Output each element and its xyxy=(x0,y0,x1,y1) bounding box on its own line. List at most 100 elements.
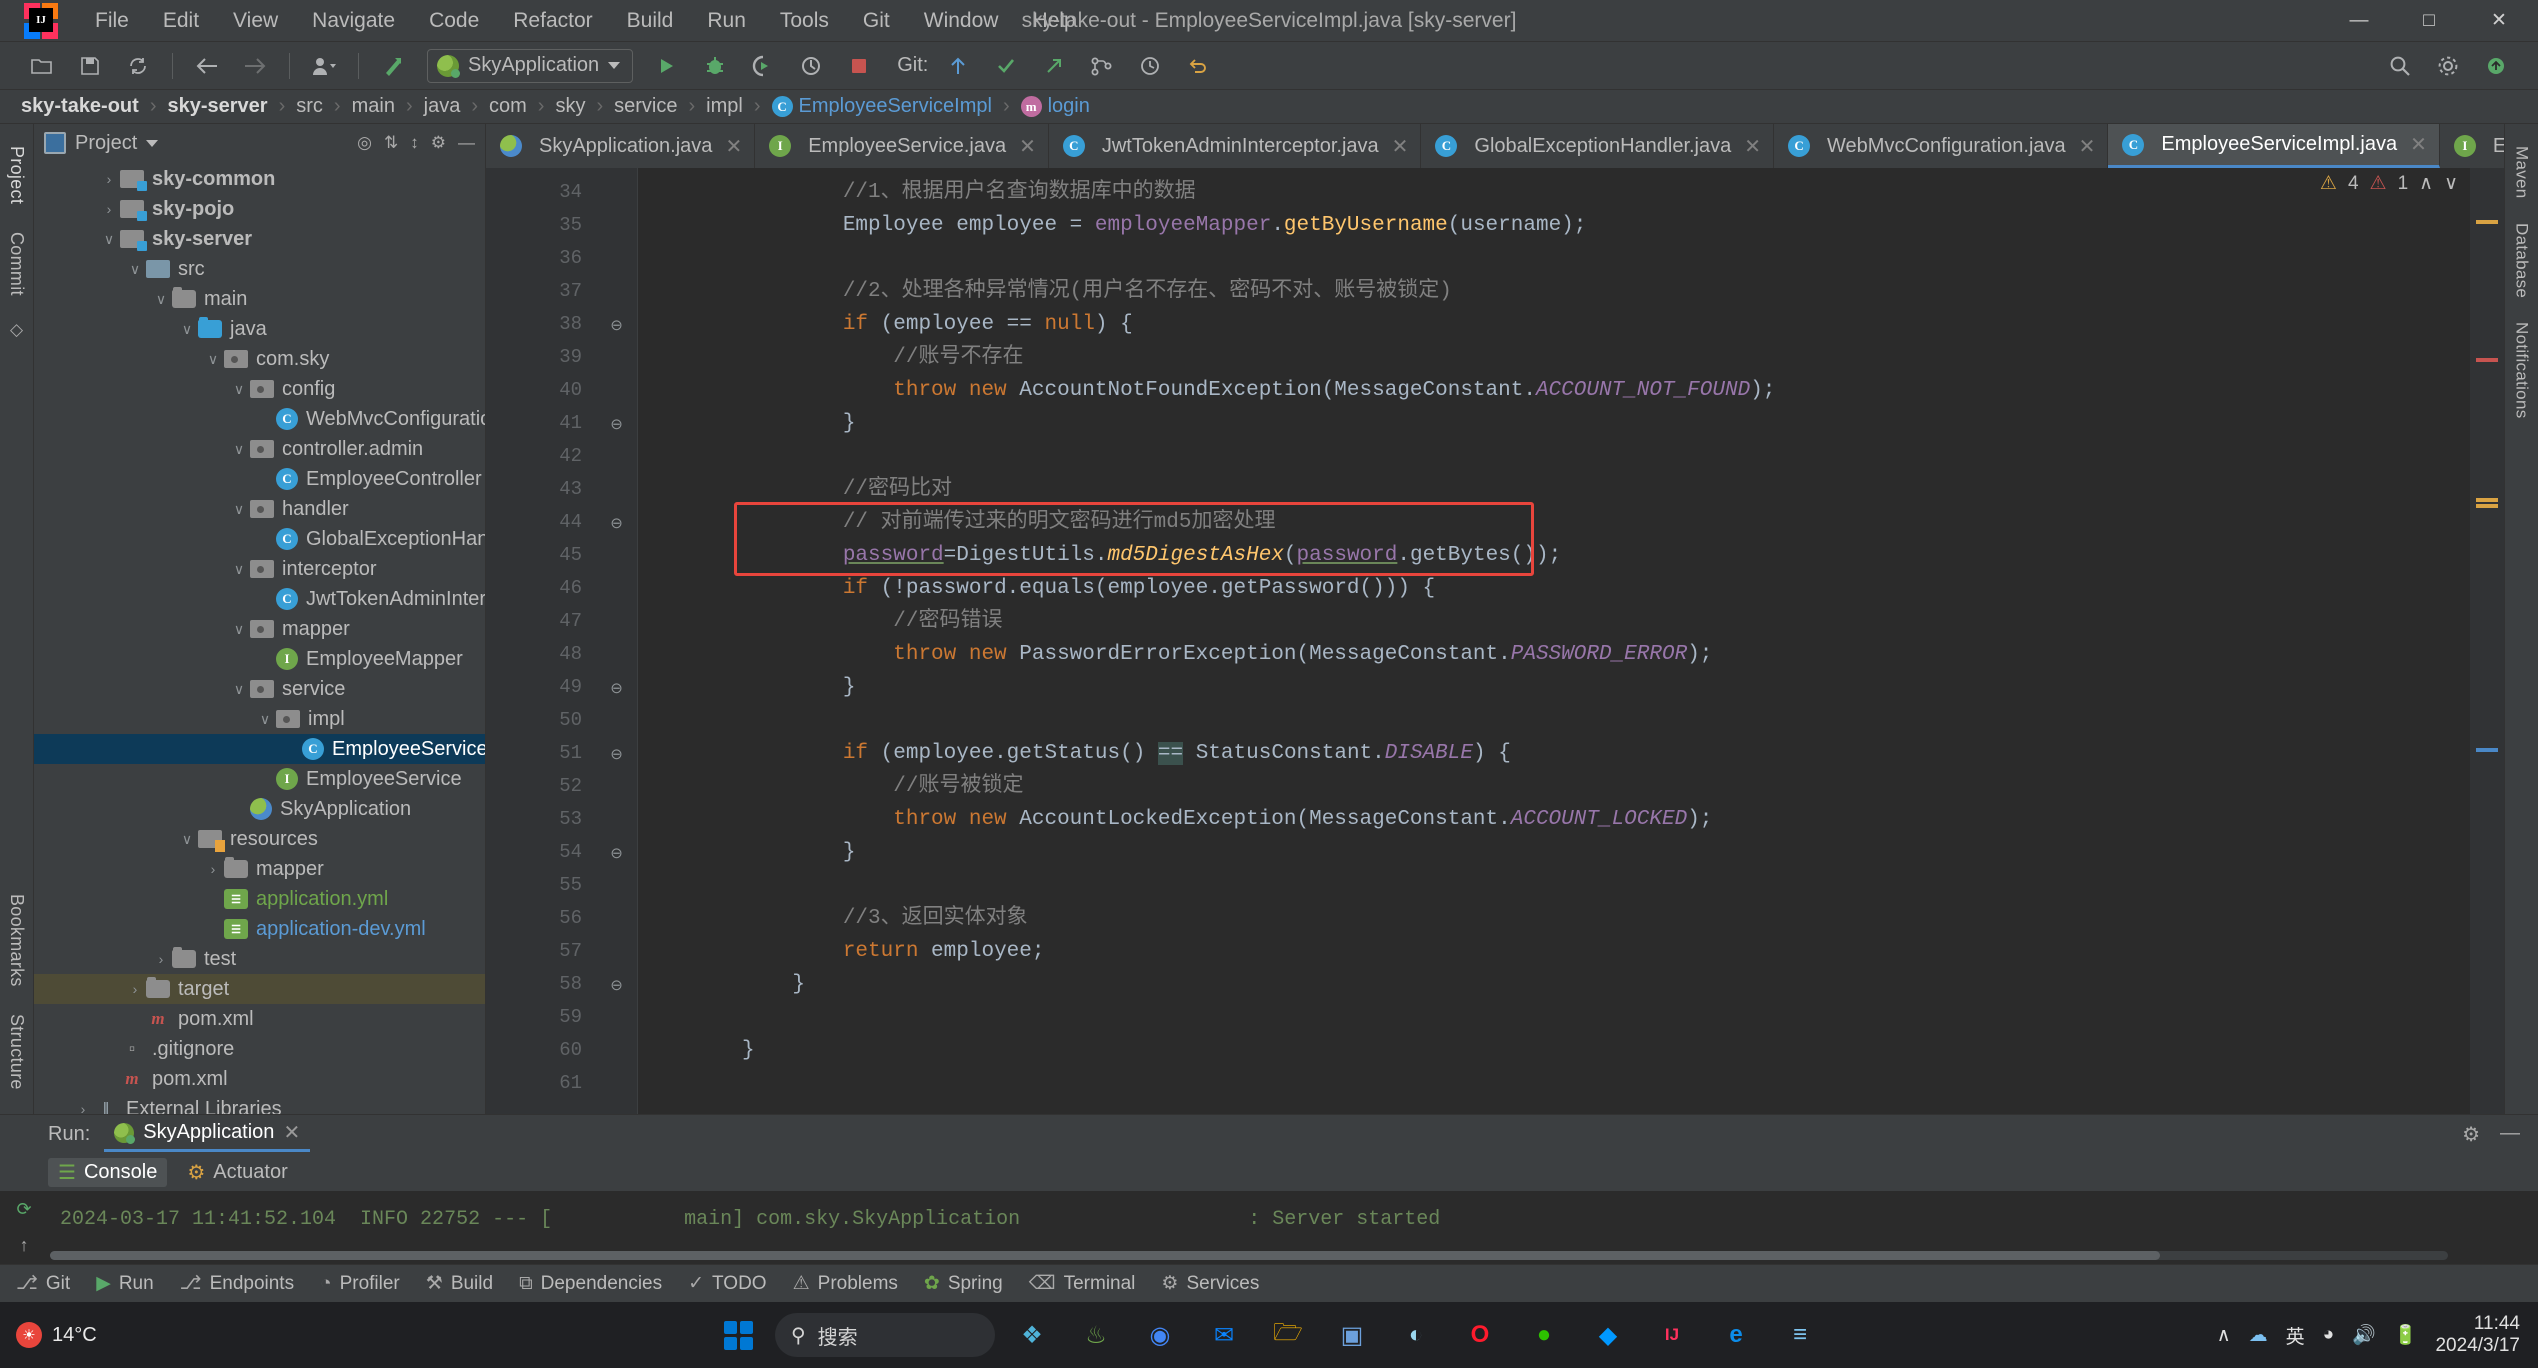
breadcrumb-impl[interactable]: impl xyxy=(699,93,750,120)
breadcrumb-main[interactable]: main xyxy=(345,93,402,120)
chevron-down-icon[interactable]: ∨ xyxy=(176,831,198,848)
chevron-down-icon[interactable]: ∨ xyxy=(254,711,276,728)
rail-maven-button[interactable]: Maven xyxy=(2512,134,2532,211)
status-run-button[interactable]: ▶ Run xyxy=(96,1272,153,1295)
code-line[interactable] xyxy=(638,704,2470,737)
widgets-icon[interactable]: ❖ xyxy=(1005,1308,1059,1362)
run-configuration-selector[interactable]: SkyApplication xyxy=(427,48,634,83)
status-dependencies-button[interactable]: ⧉ Dependencies xyxy=(519,1273,662,1295)
run-config-tab[interactable]: SkyApplication ✕ xyxy=(104,1116,311,1152)
maximize-button[interactable]: □ xyxy=(2394,0,2464,42)
tree-item-pom-xml[interactable]: m pom.xml xyxy=(34,1004,485,1034)
media-icon[interactable]: ◐ xyxy=(1389,1308,1443,1362)
prev-problem-icon[interactable]: ∧ xyxy=(2419,172,2433,195)
fold-toggle-icon[interactable]: ⊖ xyxy=(596,308,637,341)
menu-run[interactable]: Run xyxy=(690,5,763,37)
chevron-right-icon[interactable]: › xyxy=(98,171,120,187)
breadcrumb-sky-take-out[interactable]: sky-take-out xyxy=(14,93,146,120)
fold-toggle-icon[interactable]: ⊖ xyxy=(596,968,637,1001)
code-line[interactable]: Employee employee = employeeMapper.getBy… xyxy=(638,209,2470,242)
rail-structure-button[interactable]: Structure xyxy=(6,1000,27,1104)
settings-gear-icon[interactable]: ⚙ xyxy=(431,133,446,153)
chevron-down-icon[interactable]: ∨ xyxy=(228,441,250,458)
close-tab-icon[interactable]: ✕ xyxy=(725,134,742,159)
error-marker[interactable] xyxy=(2476,358,2498,362)
breadcrumb-service[interactable]: service xyxy=(607,93,684,120)
code-line[interactable]: //2、处理各种异常情况(用户名不存在、密码不对、账号被锁定) xyxy=(638,275,2470,308)
tree-item-service[interactable]: ∨ service xyxy=(34,674,485,704)
code-line[interactable]: //密码比对 xyxy=(638,473,2470,506)
breadcrumb-java[interactable]: java xyxy=(417,93,468,120)
save-icon[interactable] xyxy=(73,49,107,83)
close-tab-icon[interactable]: ✕ xyxy=(2079,134,2096,159)
tree-item-employeemapper[interactable]: I EmployeeMapper xyxy=(34,644,485,674)
code-line[interactable]: //3、返回实体对象 xyxy=(638,902,2470,935)
ide-update-badge-icon[interactable] xyxy=(2479,49,2513,83)
tree-item-resources[interactable]: ∨ resources xyxy=(34,824,485,854)
hide-panel-icon[interactable]: — xyxy=(458,133,475,153)
tree-item-employeecontroller[interactable]: C EmployeeController xyxy=(34,464,485,494)
tree-item-src[interactable]: ∨ src xyxy=(34,254,485,284)
fold-toggle-icon[interactable]: ⊖ xyxy=(596,671,637,704)
menu-git[interactable]: Git xyxy=(846,5,907,37)
tree-item-java[interactable]: ∨ java xyxy=(34,314,485,344)
rail-database-button[interactable]: Database xyxy=(2512,211,2532,310)
status-spring-button[interactable]: ✿ Spring xyxy=(924,1272,1003,1295)
code-line[interactable] xyxy=(638,869,2470,902)
user-profile-icon[interactable] xyxy=(307,49,341,83)
open-folder-icon[interactable] xyxy=(25,49,59,83)
chevron-down-icon[interactable]: ∨ xyxy=(176,321,198,338)
run-tab-console[interactable]: ☰ Console xyxy=(48,1157,168,1187)
code-editor[interactable]: 34 35 36 37 38 39 40 41 42 43 44 45 46 47 48 49 50 51 52 53… xyxy=(486,168,2504,1114)
debug-button[interactable] xyxy=(698,49,732,83)
chevron-right-icon[interactable]: › xyxy=(124,981,146,997)
code-line[interactable]: //账号被锁定 xyxy=(638,770,2470,803)
chevron-down-icon[interactable]: ∨ xyxy=(150,291,172,308)
editor-marker-bar[interactable] xyxy=(2470,168,2504,1114)
tray-chevron-icon[interactable]: ∧ xyxy=(2217,1324,2231,1347)
tree-item--gitignore[interactable]: ▫ .gitignore xyxy=(34,1034,485,1064)
menu-window[interactable]: Window xyxy=(907,5,1016,37)
chevron-down-icon[interactable]: ∨ xyxy=(228,501,250,518)
back-arrow-icon[interactable] xyxy=(190,49,224,83)
minimize-button[interactable]: — xyxy=(2324,0,2394,42)
taskbar-search[interactable]: ⚲ 搜索 xyxy=(775,1313,995,1357)
notes-icon[interactable]: ≡ xyxy=(1773,1308,1827,1362)
run-tab-actuator[interactable]: ⚙ Actuator xyxy=(177,1158,297,1187)
source-code-area[interactable]: //1、根据用户名查询数据库中的数据 Employee employee = e… xyxy=(638,168,2470,1114)
stop-button[interactable] xyxy=(842,49,876,83)
code-line[interactable]: } xyxy=(638,407,2470,440)
git-update-icon[interactable] xyxy=(941,49,975,83)
wechat-icon[interactable]: ● xyxy=(1517,1308,1571,1362)
close-tab-icon[interactable]: ✕ xyxy=(1392,134,1409,159)
inspection-widget[interactable]: ⚠ 4 ⚠ 1 ∧ ∨ xyxy=(2320,172,2458,195)
changed-marker[interactable] xyxy=(2476,748,2498,752)
fold-toggle-icon[interactable]: ⊖ xyxy=(596,836,637,869)
status-endpoints-button[interactable]: ⎇ Endpoints xyxy=(180,1272,294,1295)
rail-notifications-button[interactable]: Notifications xyxy=(2512,310,2532,431)
warning-marker[interactable] xyxy=(2476,498,2498,502)
menu-refactor[interactable]: Refactor xyxy=(496,5,609,37)
editor-tab-webmvcconfiguration-java[interactable]: C WebMvcConfiguration.java ✕ xyxy=(1774,124,2109,168)
run-button[interactable] xyxy=(650,49,684,83)
code-line[interactable]: return employee; xyxy=(638,935,2470,968)
wifi-icon[interactable]: ◕ xyxy=(2323,1324,2334,1346)
git-rollback-icon[interactable] xyxy=(1181,49,1215,83)
taskbar-clock[interactable]: 11:44 2024/3/17 xyxy=(2435,1313,2520,1357)
tree-item-interceptor[interactable]: ∨ interceptor xyxy=(34,554,485,584)
chrome-icon[interactable]: ◉ xyxy=(1133,1308,1187,1362)
code-line[interactable]: password=DigestUtils.md5DigestAsHex(pass… xyxy=(638,539,2470,572)
code-line[interactable] xyxy=(638,1067,2470,1100)
code-line[interactable]: } xyxy=(638,1034,2470,1067)
rerun-icon[interactable]: ⟳ xyxy=(16,1199,31,1221)
profiler-button[interactable] xyxy=(794,49,828,83)
menu-code[interactable]: Code xyxy=(412,5,496,37)
tree-item-skyapplication[interactable]: SkyApplication xyxy=(34,794,485,824)
edge-icon[interactable]: e xyxy=(1709,1308,1763,1362)
chevron-down-icon[interactable]: ∨ xyxy=(124,261,146,278)
code-line[interactable]: } xyxy=(638,836,2470,869)
vscode-icon[interactable]: ◆ xyxy=(1581,1308,1635,1362)
breadcrumb-src[interactable]: src xyxy=(289,93,330,120)
pull-requests-icon[interactable]: ◇ xyxy=(10,310,23,350)
tree-item-application-yml[interactable]: ☰ application.yml xyxy=(34,884,485,914)
